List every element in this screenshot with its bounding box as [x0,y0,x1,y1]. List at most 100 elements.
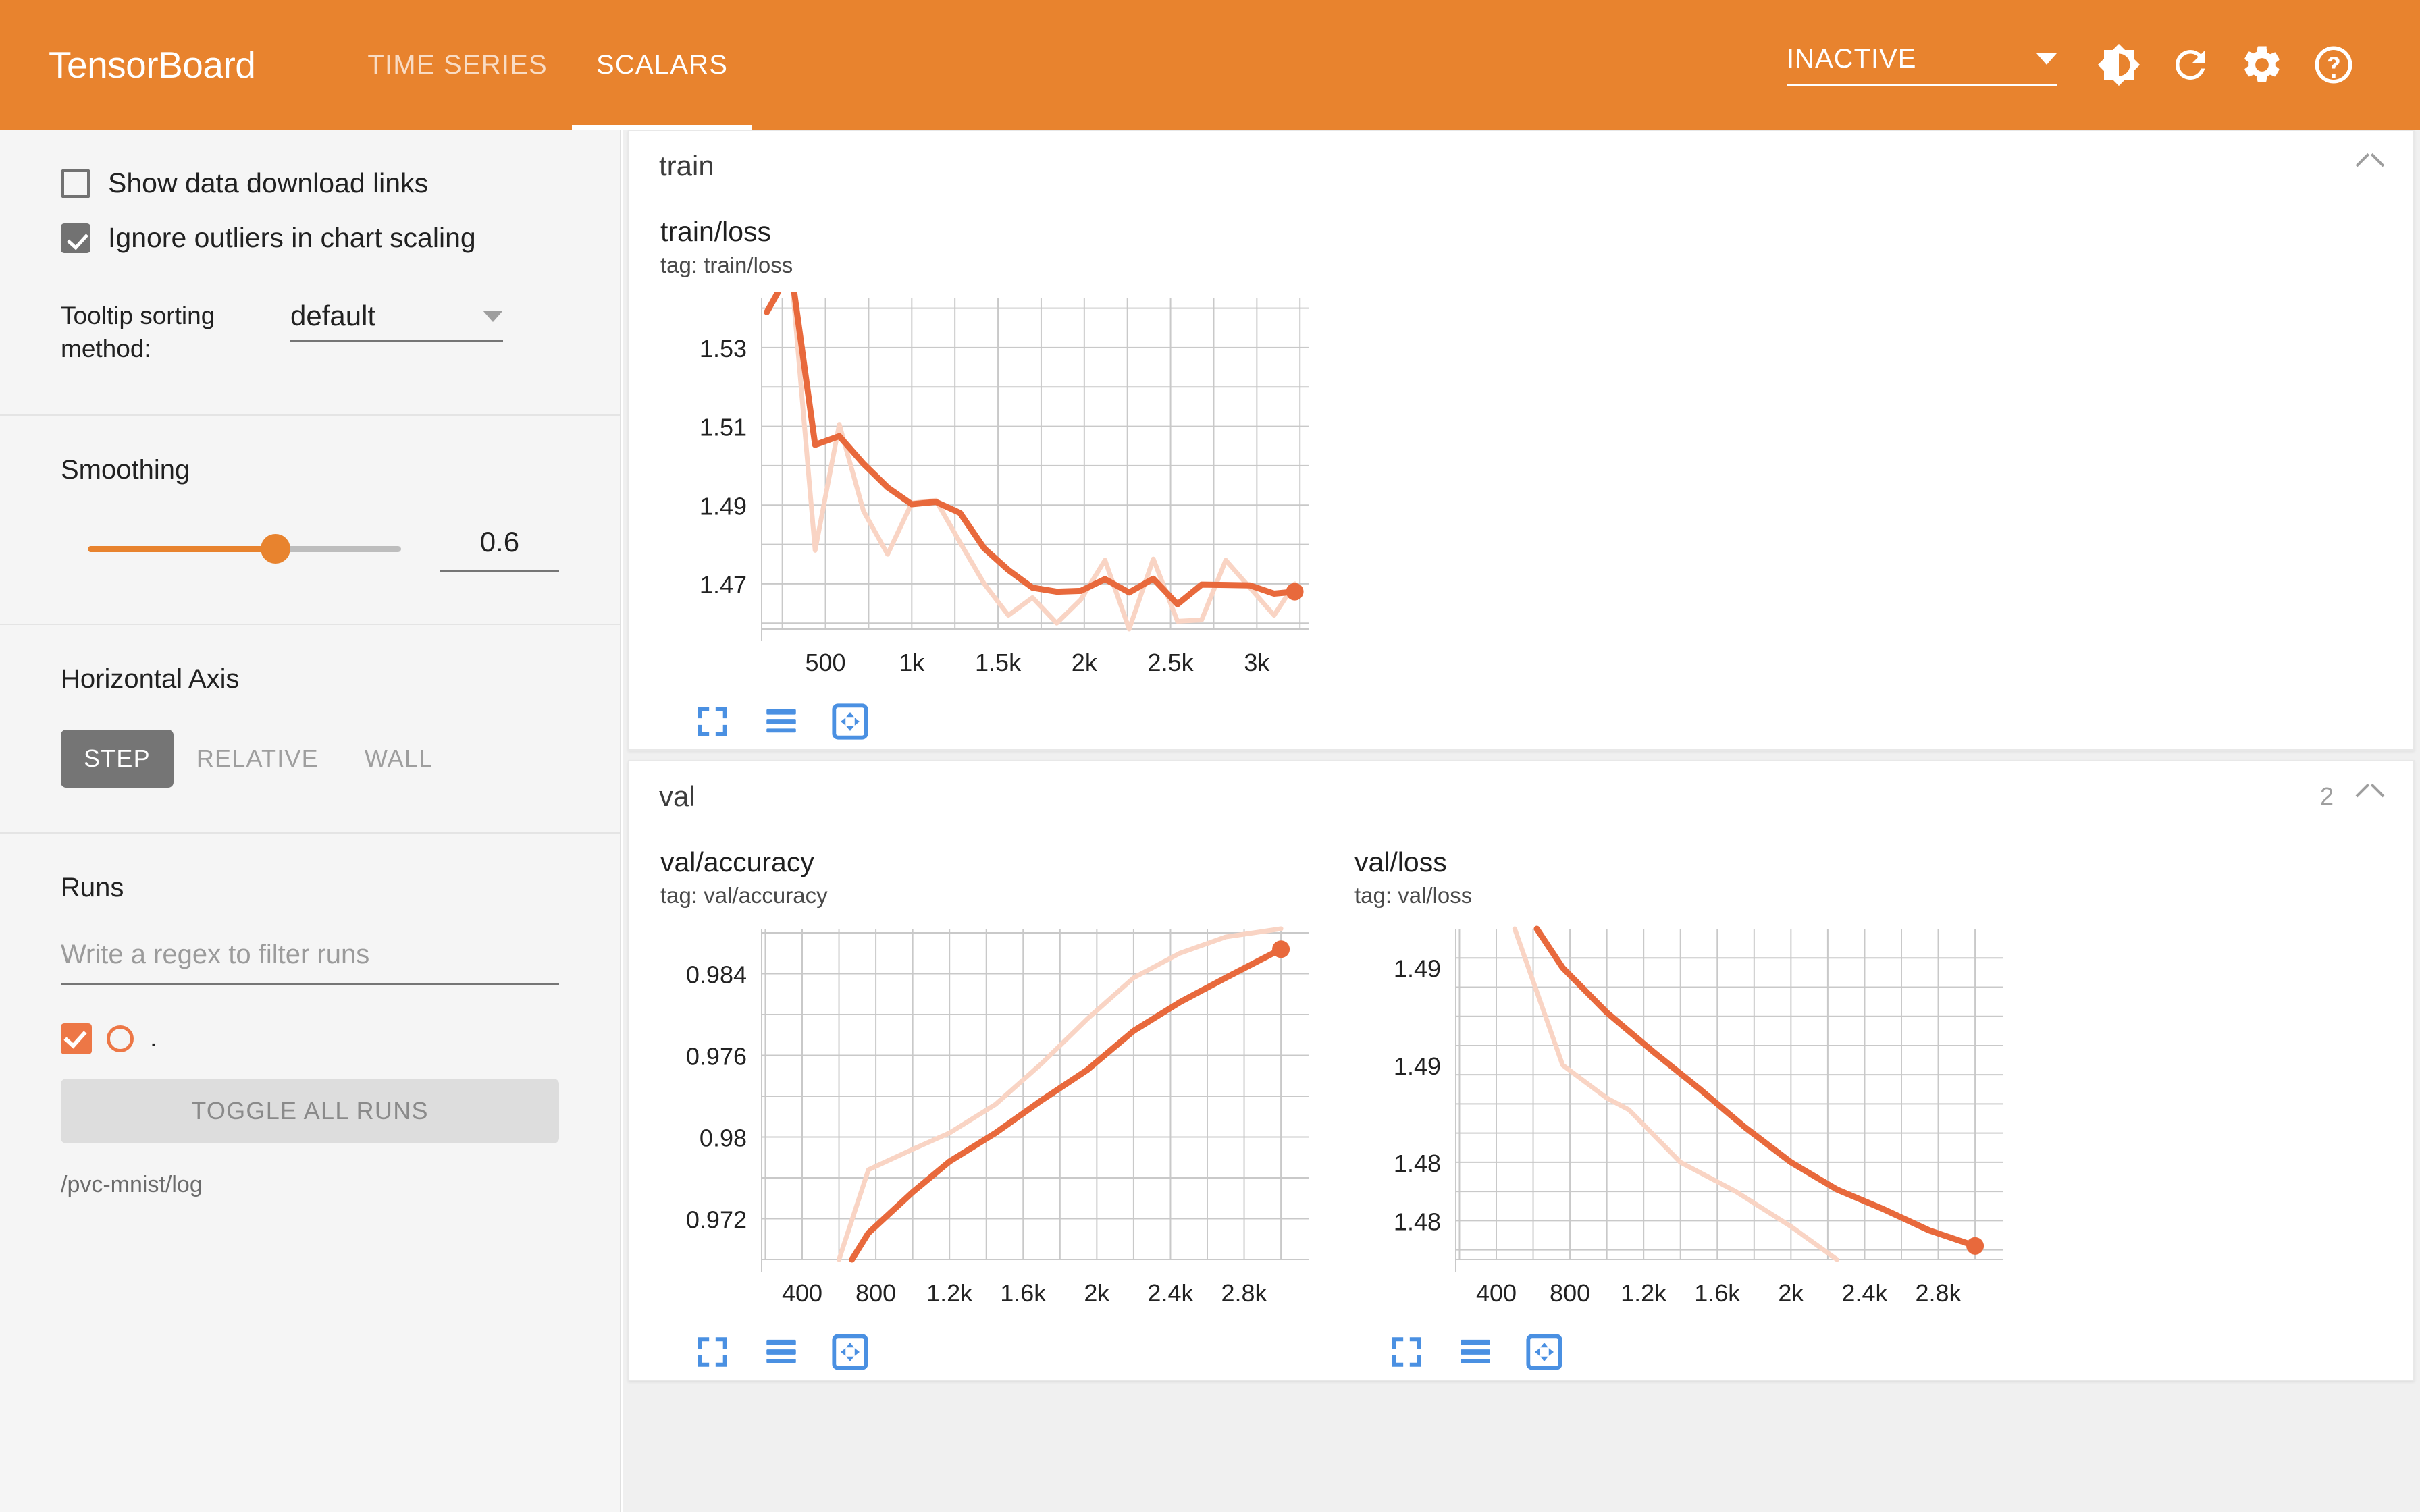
tooltip-sorting-value: default [290,300,376,331]
app-header: TensorBoard TIME SERIES SCALARS INACTIVE [0,0,2420,130]
svg-text:2.8k: 2.8k [1221,1279,1268,1307]
smoothing-row: 0.6 [61,526,559,624]
chevron-up-icon[interactable] [2357,789,2384,804]
chart-title: val/loss [1354,846,1447,878]
horizontal-axis-title: Horizontal Axis [61,664,240,694]
divider [0,414,620,416]
fit-domain-icon[interactable] [693,1332,732,1372]
chart-tag: tag: train/loss [660,252,793,277]
chart-group-val-count: 2 [2319,782,2334,810]
divider [0,623,620,625]
header-actions: INACTIVE [1787,32,2420,97]
app-title: TensorBoard [49,44,256,86]
chart-group-val-header[interactable]: val 2 [629,761,2413,832]
svg-text:1.48: 1.48 [1394,1150,1441,1177]
svg-text:1.6k: 1.6k [1000,1279,1047,1307]
svg-text:800: 800 [856,1279,896,1307]
toggle-y-axis-icon[interactable] [762,1332,801,1372]
svg-text:800: 800 [1550,1279,1590,1307]
pan-icon[interactable] [831,1332,870,1372]
svg-text:1.53: 1.53 [700,335,747,362]
tooltip-sorting-row: Tooltip sorting method: default [61,300,559,414]
smoothing-slider-thumb[interactable] [261,534,291,564]
axis-button-relative[interactable]: RELATIVE [174,730,342,788]
svg-text:0.984: 0.984 [686,961,747,989]
chart-title: val/accuracy [660,846,814,878]
chart-group-val-title: val [659,780,695,812]
toggle-all-runs-button[interactable]: TOGGLE ALL RUNS [61,1078,559,1143]
chart-card-val-loss: val/loss tag: val/loss 1.48 1.48 1.49 1.49 4… [1323,832,2018,1380]
gear-icon[interactable] [2230,32,2294,97]
divider [0,832,620,834]
svg-text:400: 400 [1476,1279,1517,1307]
smoothing-section: Smoothing 0.6 [0,455,620,624]
chevron-up-icon[interactable] [2357,159,2384,173]
run-name-label: . [150,1024,157,1053]
svg-text:2.4k: 2.4k [1147,1279,1194,1307]
svg-text:1.2k: 1.2k [926,1279,973,1307]
help-icon[interactable] [2301,32,2366,97]
horizontal-axis-section: Horizontal Axis STEP RELATIVE WALL [0,664,620,832]
run-checkbox[interactable] [61,1023,92,1054]
pan-icon[interactable] [831,702,870,741]
chart-tag: tag: val/loss [1354,883,1473,908]
fit-domain-icon[interactable] [693,702,732,741]
plot-val-accuracy[interactable]: 0.972 0.98 0.976 0.984 400 800 1.2k 1.6k 2k 2.4k 2… [660,922,1323,1327]
val-charts-row: val/accuracy tag: val/accuracy 0.972 0.98… [629,832,2413,1380]
smoothing-slider-fill [88,545,276,552]
chart-group-train-header[interactable]: train [629,131,2413,201]
show-download-links-row[interactable]: Show data download links [61,167,559,199]
svg-text:2.4k: 2.4k [1841,1279,1888,1307]
svg-text:2.5k: 2.5k [1148,649,1194,676]
tooltip-sorting-dropdown[interactable]: default [290,300,503,342]
show-download-links-checkbox[interactable] [61,168,90,198]
chevron-down-icon [483,310,503,322]
brightness-icon[interactable] [2086,32,2151,97]
smoothing-slider[interactable] [88,534,401,564]
tooltip-sorting-label: Tooltip sorting method: [61,302,215,362]
runs-filter-input[interactable]: Write a regex to filter runs [61,940,559,986]
ignore-outliers-row[interactable]: Ignore outliers in chart scaling [61,222,559,254]
chart-toolbar [1354,1332,2018,1372]
svg-text:1.5k: 1.5k [975,649,1022,676]
plot-val-loss[interactable]: 1.48 1.48 1.49 1.49 400 800 1.2k 1.6k 2k 2.4k 2.8k [1354,922,2018,1327]
run-log-path: /pvc-mnist/log [61,1171,203,1197]
smoothing-value-input[interactable]: 0.6 [440,526,559,572]
train-charts-row: train/loss tag: train/loss 1.47 1.49 1.51 1… [629,201,2413,749]
ignore-outliers-label: Ignore outliers in chart scaling [108,222,476,253]
ignore-outliers-checkbox[interactable] [61,223,90,253]
sidebar-checkbox-group: Show data download links Ignore outliers… [0,130,620,414]
chart-toolbar [660,1332,1323,1372]
svg-text:3k: 3k [1244,649,1270,676]
svg-text:500: 500 [806,649,846,676]
tab-scalars[interactable]: SCALARS [571,0,753,130]
refresh-icon[interactable] [2158,32,2223,97]
toggle-y-axis-icon[interactable] [1456,1332,1495,1372]
toggle-y-axis-icon[interactable] [762,702,801,741]
run-list-item[interactable]: . [61,1023,559,1054]
run-status-dropdown[interactable]: INACTIVE [1787,44,2057,86]
settings-sidebar: Show data download links Ignore outliers… [0,130,621,1512]
nav-tabs: TIME SERIES SCALARS [343,0,753,130]
run-status-value: INACTIVE [1787,43,1917,74]
svg-text:400: 400 [782,1279,822,1307]
svg-text:0.98: 0.98 [700,1125,747,1152]
chart-group-train-title: train [659,150,714,182]
svg-text:1.49: 1.49 [1394,1052,1441,1080]
fit-domain-icon[interactable] [1387,1332,1426,1372]
pan-icon[interactable] [1525,1332,1564,1372]
tab-time-series[interactable]: TIME SERIES [343,0,572,130]
svg-text:0.972: 0.972 [686,1206,747,1234]
svg-text:2k: 2k [1084,1279,1110,1307]
axis-button-step[interactable]: STEP [61,729,174,788]
svg-text:2k: 2k [1072,649,1098,676]
svg-text:1.51: 1.51 [700,414,747,441]
chevron-down-icon [2036,53,2057,65]
chart-toolbar [660,702,1323,741]
svg-text:2k: 2k [1778,1279,1804,1307]
runs-section: Runs Write a regex to filter runs . TOGG… [0,873,620,1198]
plot-train-loss[interactable]: 1.47 1.49 1.51 1.53 500 1k 1.5k 2k 2.5k 3k [660,292,1323,697]
svg-text:1.49: 1.49 [1394,955,1441,983]
svg-text:1.6k: 1.6k [1694,1279,1741,1307]
axis-button-wall[interactable]: WALL [342,730,456,788]
